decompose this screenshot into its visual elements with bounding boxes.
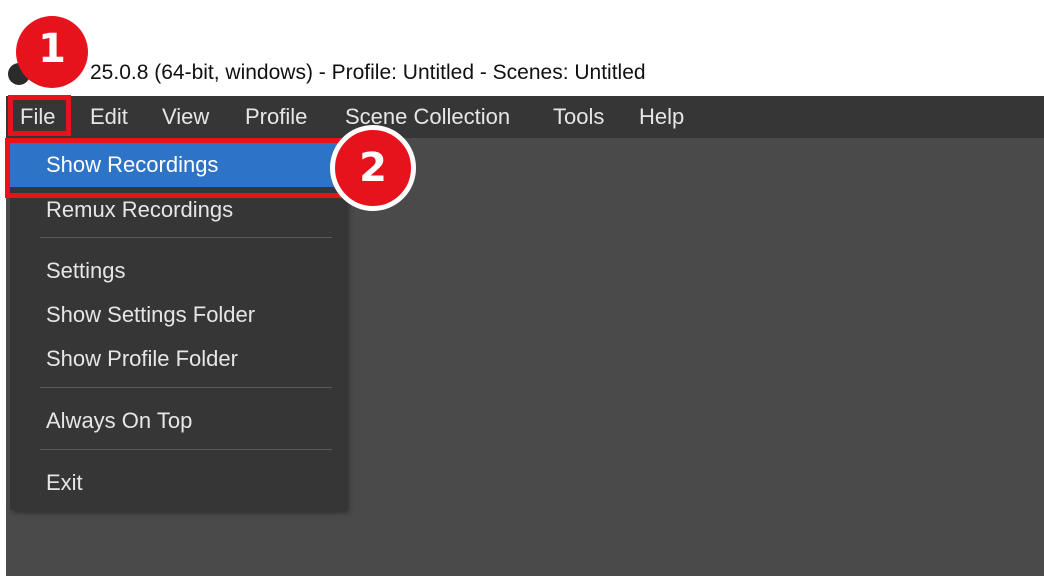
step-badge-1: 1 xyxy=(16,16,88,88)
step-badge-2: 2 xyxy=(330,125,416,211)
menu-item-exit[interactable]: Exit xyxy=(10,461,340,505)
menu-edit[interactable]: Edit xyxy=(90,96,128,138)
menu-help[interactable]: Help xyxy=(639,96,684,138)
menu-item-show-settings-folder[interactable]: Show Settings Folder xyxy=(10,293,340,337)
menu-separator xyxy=(40,449,332,450)
menu-tools[interactable]: Tools xyxy=(553,96,604,138)
menu-profile[interactable]: Profile xyxy=(245,96,307,138)
title-bar: 25.0.8 (64-bit, windows) - Profile: Unti… xyxy=(0,0,1044,96)
menu-item-show-profile-folder[interactable]: Show Profile Folder xyxy=(10,337,340,381)
menu-item-settings[interactable]: Settings xyxy=(10,249,340,293)
menu-item-always-on-top[interactable]: Always On Top xyxy=(10,399,340,443)
menu-view[interactable]: View xyxy=(162,96,209,138)
window-title: 25.0.8 (64-bit, windows) - Profile: Unti… xyxy=(90,61,646,84)
menu-separator xyxy=(40,237,332,238)
annotation-box-show-recordings xyxy=(5,138,348,198)
annotation-box-file xyxy=(8,95,71,136)
menu-separator xyxy=(40,387,332,388)
